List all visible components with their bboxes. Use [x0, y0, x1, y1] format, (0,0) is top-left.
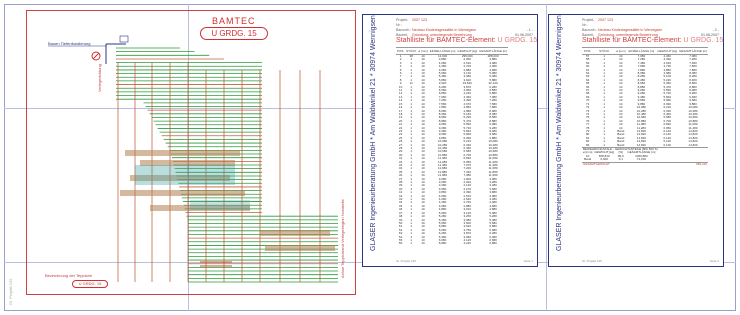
project-key: Projekt-Nr.:	[396, 18, 409, 27]
footer-left: Gl. Projekt 125	[582, 259, 602, 263]
steel-list-title: Stahlliste für BAMTEC-Element: U GRDG. 1…	[582, 37, 723, 44]
panel-footer: Gl. Projekt 125 Seite 2	[582, 259, 719, 263]
overlap-band	[260, 230, 330, 236]
steel-list-title: Stahlliste für BAMTEC-Element: U GRDG. 1…	[396, 37, 537, 44]
project-val: 2007 123	[412, 18, 427, 22]
table-cell: 6,880	[489, 241, 497, 246]
footer-right: Seite 1	[523, 259, 533, 263]
steel-list-title-text: Stahlliste für BAMTEC-Element:	[396, 37, 496, 44]
project-key: Projekt-Nr.:	[582, 18, 595, 27]
footer-right: Seite 2	[709, 259, 719, 263]
steel-list-element: U GRDG. 15	[683, 37, 724, 44]
table-cell: 10	[421, 241, 425, 246]
company-name: GLASER Ingenieurberatung GmbH * Am Waldw…	[556, 15, 563, 251]
start-marker-slash	[92, 52, 100, 60]
steel-list-element: U GRDG. 15	[497, 37, 538, 44]
total-row: GESAMTGEWICHT 659,410	[582, 161, 708, 166]
overlap-zone	[135, 165, 235, 185]
steel-list-panel-1: GLASER Ingenieurberatung GmbH * Am Waldw…	[362, 14, 538, 267]
footer-left: Gl. Projekt 125	[396, 259, 416, 263]
table-cell: 1	[410, 241, 413, 246]
table-cell: 6,880	[438, 241, 447, 246]
total-value: 659,410	[626, 161, 708, 166]
steel-list-panel-2: GLASER Ingenieurberatung GmbH * Am Waldw…	[548, 14, 724, 267]
overlap-band	[125, 150, 240, 156]
steel-list-table: POS. STÜCK ø [mm] EINZELLÄNGE [m] GEWICHT [k…	[396, 47, 508, 246]
panel-footer: Gl. Projekt 125 Seite 1	[396, 259, 533, 263]
company-name: GLASER Ingenieurberatung GmbH * Am Waldw…	[370, 15, 377, 251]
table-cell: 56	[398, 241, 403, 246]
project-val: 2007 123	[598, 18, 613, 22]
total-label: GESAMTGEWICHT	[582, 161, 627, 166]
steel-list-table: POS. STÜCK ø [mm] EINZELLÄNGE [m] GEWICHT [k…	[582, 47, 708, 166]
reference-box	[119, 35, 129, 43]
company-strip: GLASER Ingenieurberatung GmbH * Am Waldw…	[552, 15, 574, 262]
overlap-band	[120, 190, 245, 196]
table-cell: 4,240	[463, 241, 472, 246]
steel-list-title-text: Stahlliste für BAMTEC-Element:	[582, 37, 682, 44]
overlap-zone	[190, 200, 250, 210]
overlap-band	[265, 245, 335, 251]
company-strip: GLASER Ingenieurberatung GmbH * Am Waldw…	[366, 15, 388, 262]
table-row: 56 1 10 6,880 4,240 6,880	[396, 241, 508, 246]
